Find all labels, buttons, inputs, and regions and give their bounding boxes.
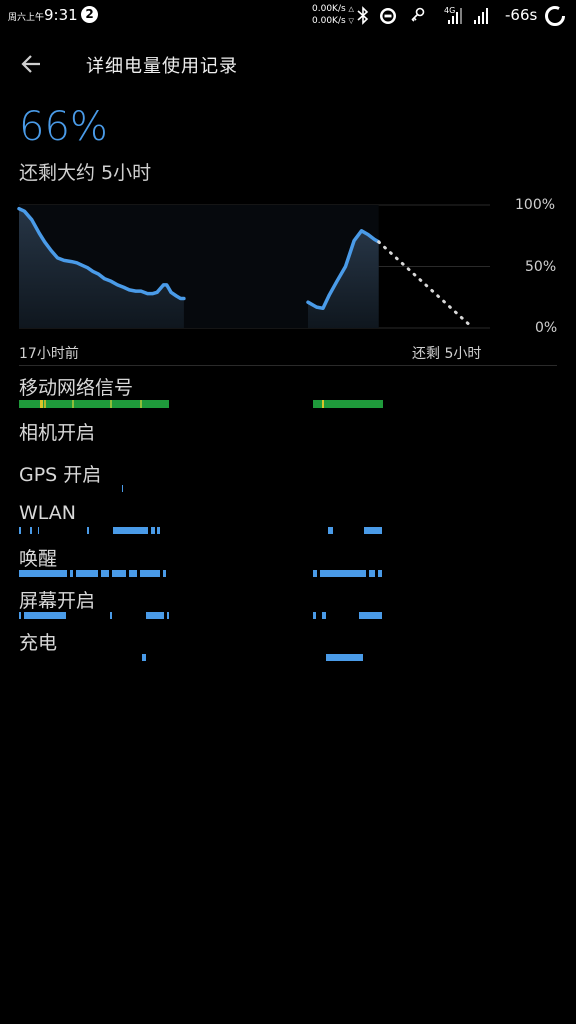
- wakeup-event: [369, 570, 375, 577]
- wlan-event: [157, 527, 160, 534]
- signal-warn-mark: [322, 400, 324, 408]
- signal-strength: -66s: [505, 6, 538, 24]
- speed-down: 0.00K/s: [312, 16, 346, 26]
- screen-on-event: [359, 612, 382, 619]
- wakeup-event: [313, 570, 317, 577]
- wlan-event: [113, 527, 148, 534]
- upload-arrow-icon: △: [348, 5, 354, 13]
- track-label-screen-on: 屏幕开启: [19, 590, 96, 612]
- screen-on-event: [322, 612, 326, 619]
- app-bar: 详细电量使用记录: [0, 40, 576, 88]
- track-label-camera: 相机开启: [19, 422, 96, 444]
- arrow-left-icon: [21, 55, 40, 73]
- do-not-disturb-icon: [380, 8, 396, 24]
- track-label-gps: GPS 开启: [19, 464, 102, 486]
- wlan-event: [151, 527, 155, 534]
- wakeup-event: [76, 570, 98, 577]
- y-tick-0: 0%: [535, 320, 558, 336]
- signal-warn-mark: [140, 400, 142, 408]
- status-bar: 周六上午9:31 2 0.00K/s △ 0.00K/s ▽ 4G -66s: [0, 0, 576, 32]
- wlan-event: [38, 527, 39, 534]
- signal-warn-mark: [44, 400, 46, 408]
- back-button[interactable]: [18, 50, 50, 78]
- wakeup-event: [101, 570, 109, 577]
- wlan-event: [364, 527, 382, 534]
- x-end-label: 还剩 5小时: [412, 346, 482, 362]
- status-clock: 9:31: [44, 6, 78, 24]
- wlan-event: [19, 527, 21, 534]
- wakeup-event: [320, 570, 366, 577]
- wakeup-event: [129, 570, 137, 577]
- wlan-event: [87, 527, 89, 534]
- track-bar-mobile-signal: [19, 400, 383, 408]
- screen-on-event: [19, 612, 21, 619]
- screen-on-event: [24, 612, 66, 619]
- signal-bars-2-icon: [474, 8, 488, 24]
- wakeup-event: [140, 570, 160, 577]
- track-bar-wlan: [19, 527, 382, 534]
- remaining-time: 还剩大约 5小时: [19, 162, 152, 184]
- divider: [19, 365, 557, 366]
- status-time: 周六上午9:31: [8, 6, 78, 24]
- track-label-mobile-signal: 移动网络信号: [19, 377, 134, 399]
- charging-event: [142, 654, 146, 661]
- wlan-event: [328, 527, 333, 534]
- battery-line-prediction: [377, 240, 475, 330]
- wlan-event: [30, 527, 32, 534]
- y-tick-100: 100%: [515, 197, 556, 213]
- track-bar-charging: [142, 654, 363, 661]
- signal-warn-mark: [110, 400, 112, 408]
- x-start-label: 17小时前: [19, 346, 79, 362]
- wakeup-event: [70, 570, 73, 577]
- notification-badge: 2: [81, 6, 98, 23]
- wakeup-event: [163, 570, 166, 577]
- track-label-wakeup: 唤醒: [19, 548, 58, 570]
- key-icon: [411, 7, 425, 22]
- y-tick-50: 50%: [525, 259, 557, 275]
- track-bar-wakeup: [19, 570, 382, 577]
- status-date-prefix: 周六上午: [8, 13, 45, 23]
- network-type: 4G: [444, 6, 455, 15]
- loading-ring-icon: [545, 6, 565, 26]
- wakeup-event: [19, 570, 67, 577]
- bluetooth-icon: [357, 6, 369, 25]
- track-bar-gps: [122, 485, 123, 492]
- charging-event: [326, 654, 363, 661]
- battery-chart: [17, 204, 490, 330]
- signal-warn-mark: [72, 400, 74, 408]
- speed-up: 0.00K/s: [312, 4, 346, 14]
- track-label-wlan: WLAN: [19, 502, 77, 524]
- chart-areas: [19, 205, 379, 328]
- download-arrow-icon: ▽: [348, 17, 354, 25]
- screen-on-event: [167, 612, 169, 619]
- screen-on-event: [110, 612, 112, 619]
- network-speed: 0.00K/s △ 0.00K/s ▽: [312, 3, 354, 27]
- track-bar-screen-on: [19, 612, 382, 619]
- screen-on-event: [313, 612, 316, 619]
- status-icons: 4G: [357, 6, 488, 25]
- battery-percentage: 66%: [19, 104, 108, 150]
- signal-warn-mark: [40, 400, 43, 408]
- wakeup-event: [112, 570, 126, 577]
- gps-event: [122, 485, 123, 492]
- screen-on-event: [146, 612, 164, 619]
- track-label-charging: 充电: [19, 632, 58, 654]
- wakeup-event: [378, 570, 382, 577]
- page-title: 详细电量使用记录: [86, 56, 238, 77]
